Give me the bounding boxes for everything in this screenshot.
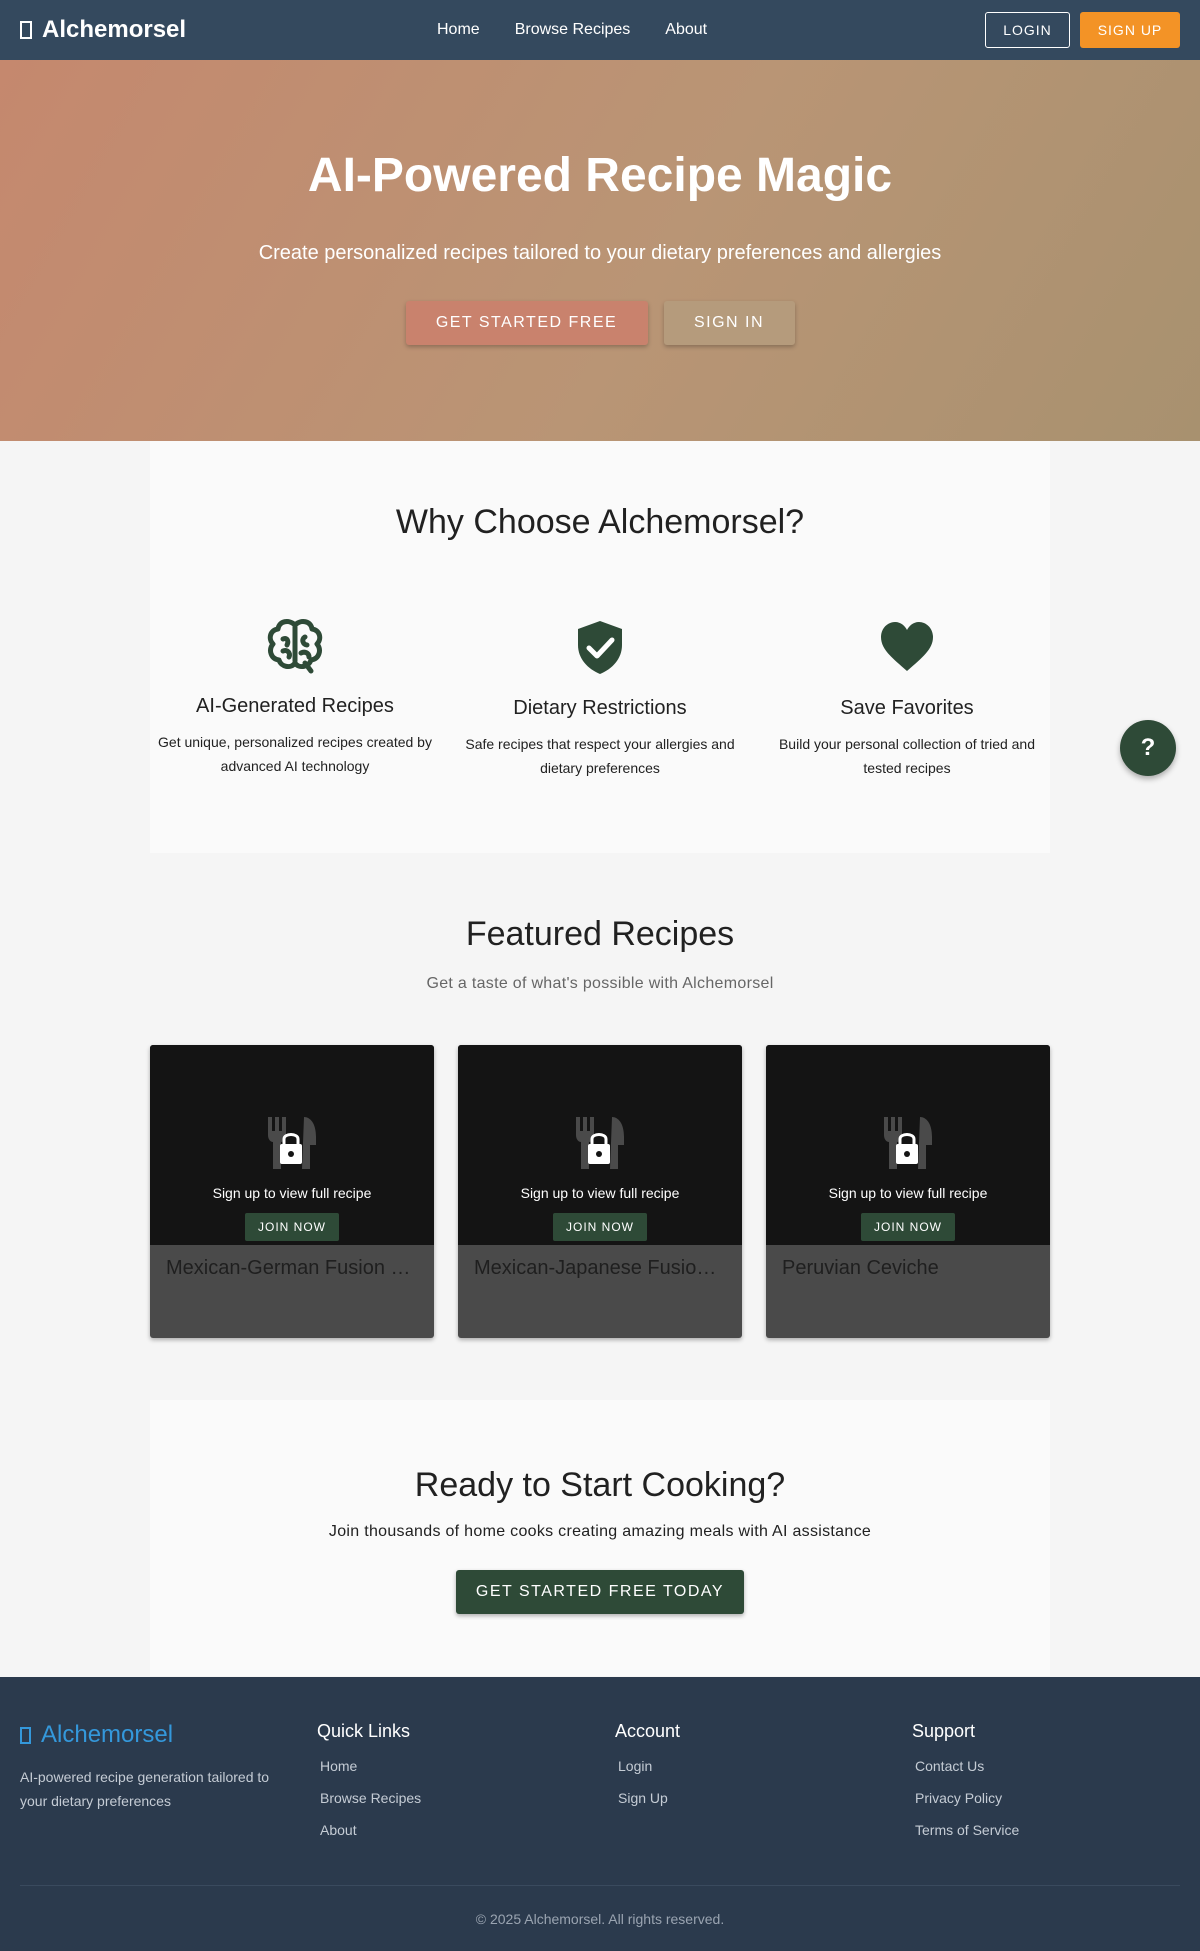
locked-message: Sign up to view full recipe bbox=[520, 1185, 680, 1201]
footer-column-quick-links: Quick Links Home Browse Recipes About bbox=[317, 1721, 421, 1854]
locked-utensils-icon bbox=[576, 1117, 624, 1169]
footer-column-support: Support Contact Us Privacy Policy Terms … bbox=[912, 1721, 1019, 1854]
brand-name: Alchemorsel bbox=[42, 16, 187, 43]
footer-column-heading: Account bbox=[615, 1721, 681, 1741]
locked-utensils-icon bbox=[884, 1117, 932, 1169]
feature-title: AI-Generated Recipes bbox=[196, 695, 394, 717]
recipe-card[interactable]: Sign up to view full recipe JOIN NOW Mex… bbox=[150, 1045, 434, 1338]
footer-link-privacy-policy[interactable]: Privacy Policy bbox=[915, 1790, 1019, 1808]
hero-subtitle: Create personalized recipes tailored to … bbox=[258, 242, 942, 264]
hero-section: AI-Powered Recipe Magic Create personali… bbox=[0, 60, 1200, 441]
signup-button[interactable]: SIGN UP bbox=[1080, 12, 1180, 48]
recipe-title: Mexican-Japanese Fusio… bbox=[474, 1257, 717, 1279]
footer-link-sign-up[interactable]: Sign Up bbox=[618, 1790, 680, 1808]
footer-link-about[interactable]: About bbox=[320, 1822, 421, 1840]
footer-column-account: Account Login Sign Up bbox=[615, 1721, 680, 1822]
feature-save-favorites: Save Favorites Build your personal colle… bbox=[764, 617, 1050, 780]
recipe-card[interactable]: Sign up to view full recipe JOIN NOW Per… bbox=[766, 1045, 1050, 1338]
recipe-card-locked-image: Sign up to view full recipe JOIN NOW bbox=[458, 1045, 742, 1245]
feature-title: Save Favorites bbox=[840, 697, 974, 719]
footer-column-heading: Quick Links bbox=[317, 1721, 411, 1741]
nav-auth-buttons: LOGIN SIGN UP bbox=[985, 12, 1180, 48]
help-button[interactable]: ? bbox=[1120, 720, 1176, 776]
locked-message: Sign up to view full recipe bbox=[828, 1185, 988, 1201]
why-choose-section: Why Choose Alchemorsel? AI-Generated Rec… bbox=[150, 441, 1050, 853]
brain-icon bbox=[267, 619, 323, 674]
footer-link-terms-of-service[interactable]: Terms of Service bbox=[915, 1822, 1019, 1840]
footer-brand-name: Alchemorsel bbox=[41, 1721, 174, 1748]
recipe-card-locked-image: Sign up to view full recipe JOIN NOW bbox=[766, 1045, 1050, 1245]
feature-description: Build your personal collection of tried … bbox=[778, 736, 1036, 776]
nav-link-about[interactable]: About bbox=[665, 21, 707, 39]
brand-glyph-icon bbox=[20, 21, 32, 39]
top-navbar: Alchemorsel Home Browse Recipes About LO… bbox=[0, 0, 1200, 60]
footer-link-browse-recipes[interactable]: Browse Recipes bbox=[320, 1790, 421, 1808]
cta-section: Ready to Start Cooking? Join thousands o… bbox=[150, 1400, 1050, 1676]
brand-logo[interactable]: Alchemorsel bbox=[20, 16, 186, 44]
featured-title: Featured Recipes bbox=[465, 915, 735, 953]
get-started-button[interactable]: GET STARTED FREE bbox=[405, 301, 648, 345]
locked-message: Sign up to view full recipe bbox=[212, 1185, 372, 1201]
get-started-today-button[interactable]: GET STARTED FREE TODAY bbox=[456, 1570, 744, 1614]
footer-brand[interactable]: Alchemorsel bbox=[20, 1721, 173, 1749]
footer-link-home[interactable]: Home bbox=[320, 1758, 421, 1776]
nav-link-browse-recipes[interactable]: Browse Recipes bbox=[515, 21, 631, 39]
featured-subtitle: Get a taste of what's possible with Alch… bbox=[426, 975, 774, 992]
feature-ai-recipes: AI-Generated Recipes Get unique, persona… bbox=[152, 617, 438, 778]
footer-tagline: AI-powered recipe generation tailored to… bbox=[20, 1769, 270, 1809]
join-now-button[interactable]: JOIN NOW bbox=[861, 1213, 955, 1241]
footer-divider bbox=[20, 1885, 1180, 1886]
hero-title: AI-Powered Recipe Magic bbox=[307, 149, 893, 202]
why-title: Why Choose Alchemorsel? bbox=[395, 503, 805, 541]
brand-glyph-icon bbox=[20, 1726, 31, 1744]
cta-subtitle: Join thousands of home cooks creating am… bbox=[328, 1523, 872, 1540]
recipe-card-locked-image: Sign up to view full recipe JOIN NOW bbox=[150, 1045, 434, 1245]
footer-copyright: © 2025 Alchemorsel. All rights reserved. bbox=[475, 1911, 725, 1927]
heart-icon bbox=[881, 622, 933, 671]
recipe-title: Mexican-German Fusion … bbox=[166, 1257, 411, 1279]
feature-title: Dietary Restrictions bbox=[513, 697, 687, 719]
locked-utensils-icon bbox=[268, 1117, 316, 1169]
feature-dietary-restrictions: Dietary Restrictions Safe recipes that r… bbox=[457, 617, 743, 780]
footer-link-login[interactable]: Login bbox=[618, 1758, 680, 1776]
join-now-button[interactable]: JOIN NOW bbox=[553, 1213, 647, 1241]
nav-link-home[interactable]: Home bbox=[437, 21, 480, 39]
footer: Alchemorsel AI-powered recipe generation… bbox=[0, 1677, 1200, 1951]
footer-column-heading: Support bbox=[912, 1721, 976, 1741]
hero-buttons: GET STARTED FREE SIGN IN bbox=[0, 301, 1200, 345]
recipe-title: Peruvian Ceviche bbox=[782, 1257, 939, 1279]
sign-in-button[interactable]: SIGN IN bbox=[663, 301, 795, 345]
join-now-button[interactable]: JOIN NOW bbox=[245, 1213, 339, 1241]
cta-title: Ready to Start Cooking? bbox=[414, 1466, 786, 1504]
footer-link-contact-us[interactable]: Contact Us bbox=[915, 1758, 1019, 1776]
shield-check-icon bbox=[578, 621, 622, 674]
nav-links: Home Browse Recipes About bbox=[437, 0, 742, 60]
feature-description: Safe recipes that respect your allergies… bbox=[465, 736, 735, 776]
login-button[interactable]: LOGIN bbox=[985, 12, 1070, 48]
feature-description: Get unique, personalized recipes created… bbox=[158, 734, 432, 774]
recipe-card[interactable]: Sign up to view full recipe JOIN NOW Mex… bbox=[458, 1045, 742, 1338]
